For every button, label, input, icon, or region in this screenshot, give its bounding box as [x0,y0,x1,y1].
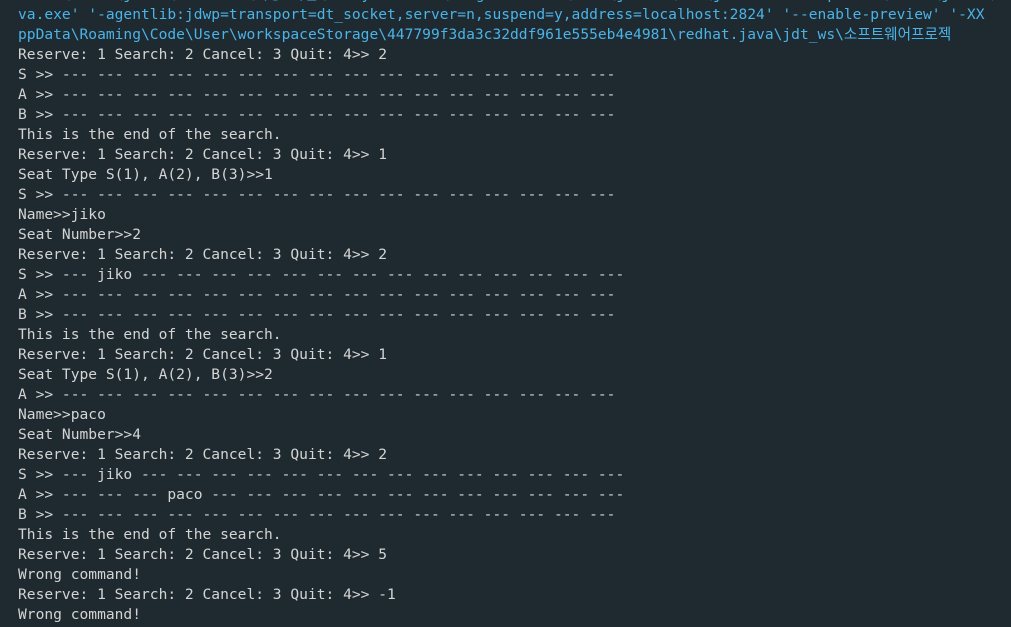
terminal-output-line: Seat Type S(1), A(2), B(3)>>1 [18,166,273,183]
terminal-output-line: Reserve: 1 Search: 2 Cancel: 3 Quit: 4>>… [18,146,388,163]
terminal-output-line: Wrong command! [18,566,142,583]
terminal-output-line: A >> --- --- --- paco --- --- --- --- --… [18,486,625,503]
terminal-output-line: Seat Number>>4 [18,426,142,443]
terminal-command-line: va.exe' '-agentlib:jdwp=transport=dt_soc… [18,6,985,23]
terminal-output-line: Reserve: 1 Search: 2 Cancel: 3 Quit: 4>>… [18,346,388,363]
terminal-output-line: A >> --- --- --- --- --- --- --- --- ---… [18,86,616,103]
terminal-output-line: Reserve: 1 Search: 2 Cancel: 3 Quit: 4>>… [18,586,396,603]
terminal-output-line: S >> --- --- --- --- --- --- --- --- ---… [18,66,616,83]
terminal-command-line: ppData\Roaming\Code\User\workspaceStorag… [18,26,952,43]
terminal-output-line: S >> --- jiko --- --- --- --- --- --- --… [18,266,625,283]
terminal-output-line: Reserve: 1 Search: 2 Cancel: 3 Quit: 4>>… [18,546,388,563]
terminal-output-line: Name>>paco [18,406,106,423]
terminal-output-line: B >> --- --- --- --- --- --- --- --- ---… [18,106,616,123]
terminal-output-line: This is the end of the search. [18,526,282,543]
terminal-output-line: Wrong command! [18,606,142,623]
terminal-output-line: Reserve: 1 Search: 2 Cancel: 3 Quit: 4>>… [18,46,388,63]
terminal-output-line: Seat Type S(1), A(2), B(3)>>2 [18,366,273,383]
terminal-output: PS C:\Users\jmk12\OneDrive\바탕 화면\study> … [18,0,1011,625]
terminal-output-line: Reserve: 1 Search: 2 Cancel: 3 Quit: 4>>… [18,446,388,463]
terminal-output-line: Reserve: 1 Search: 2 Cancel: 3 Quit: 4>>… [18,246,388,263]
terminal-output-line: S >> --- --- --- --- --- --- --- --- ---… [18,186,616,203]
terminal-output-line: A >> --- --- --- --- --- --- --- --- ---… [18,286,616,303]
terminal-output-line: B >> --- --- --- --- --- --- --- --- ---… [18,306,616,323]
terminal-output-line: S >> --- jiko --- --- --- --- --- --- --… [18,466,625,483]
terminal-output-line: B >> --- --- --- --- --- --- --- --- ---… [18,506,616,523]
terminal-output-line: Name>>jiko [18,206,106,223]
terminal-output-line: This is the end of the search. [18,326,282,343]
terminal-output-line: This is the end of the search. [18,126,282,143]
terminal-panel[interactable]: PS C:\Users\jmk12\OneDrive\바탕 화면\study> … [0,0,1011,627]
terminal-output-line: Seat Number>>2 [18,226,142,243]
terminal-output-line: A >> --- --- --- --- --- --- --- --- ---… [18,386,616,403]
